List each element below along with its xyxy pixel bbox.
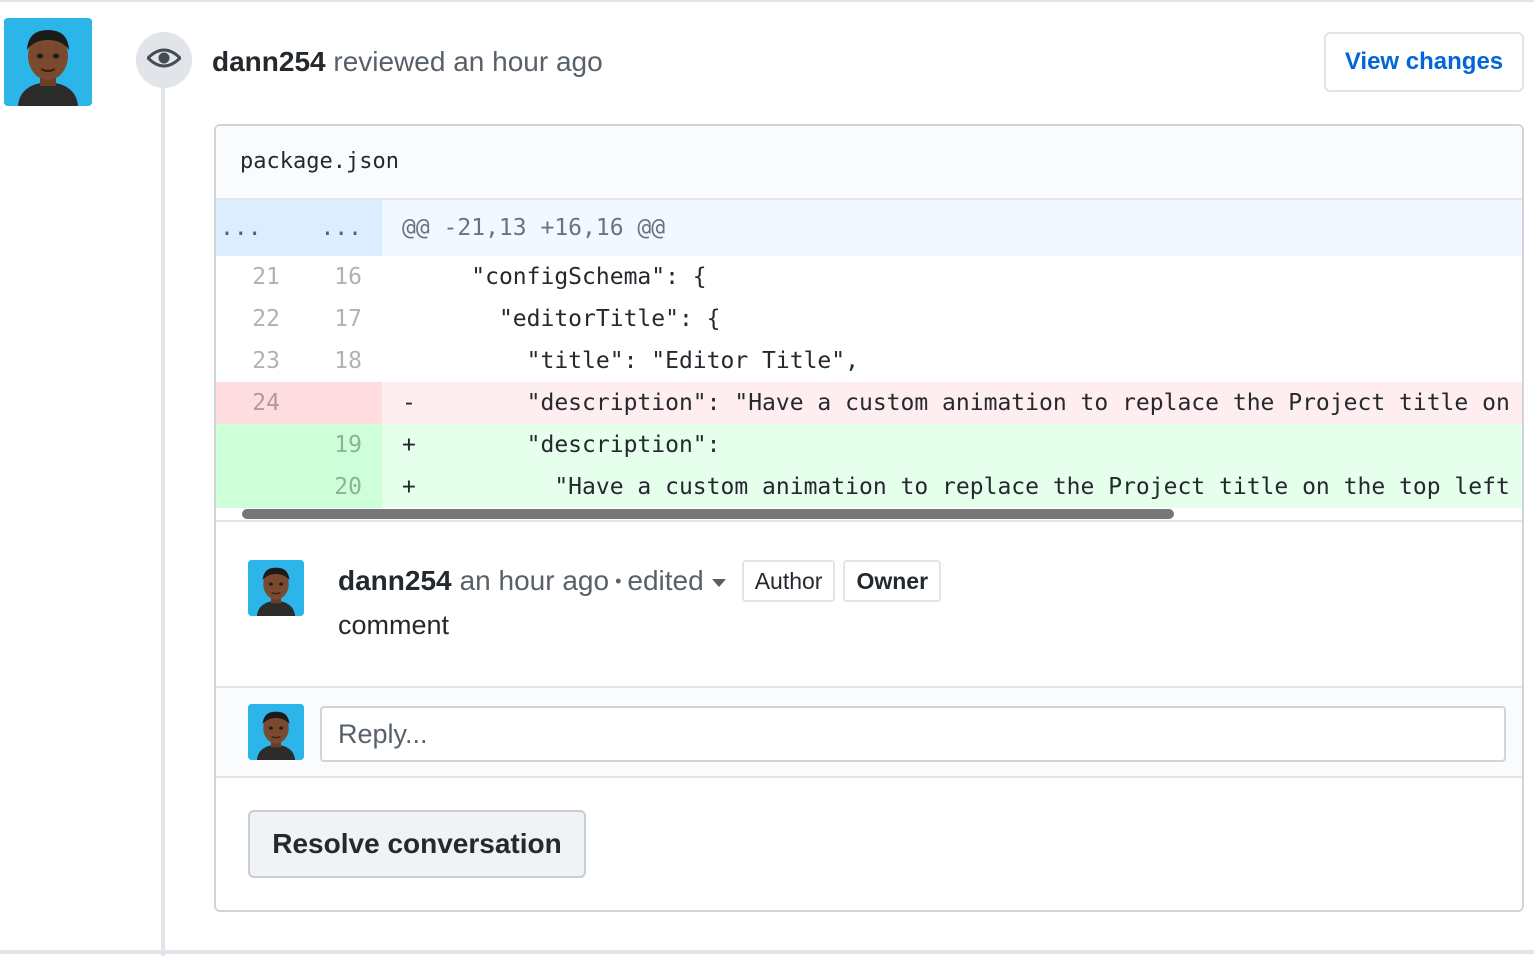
diff-line-added: 19 + "description":: [216, 424, 1522, 466]
diff-sign: [402, 348, 416, 374]
comment-time-link[interactable]: an hour ago: [460, 565, 609, 597]
view-changes-button[interactable]: View changes: [1324, 32, 1524, 92]
code-line: "configSchema": {: [382, 256, 1522, 298]
diff-divider: [216, 520, 1522, 522]
new-line-number[interactable]: 20: [300, 466, 382, 508]
code-line: + "description":: [382, 424, 1522, 466]
hunk-expand-new[interactable]: ...: [300, 200, 382, 256]
new-line-number[interactable]: [300, 382, 382, 424]
meta-separator: •: [615, 570, 622, 591]
diff-line-added: 20 + "Have a custom animation to replace…: [216, 466, 1522, 508]
hunk-header: @@ -21,13 +16,16 @@: [382, 200, 1522, 256]
owner-label: Owner: [843, 560, 942, 602]
eye-icon: [145, 46, 183, 75]
diff-hunk-row: ... ... @@ -21,13 +16,16 @@: [216, 200, 1522, 256]
code-line: - "description": "Have a custom animatio…: [382, 382, 1522, 424]
diff-line: 21 16 "configSchema": {: [216, 256, 1522, 298]
code-line: + "Have a custom animation to replace th…: [382, 466, 1522, 508]
file-name-header[interactable]: package.json: [216, 126, 1522, 200]
old-line-number[interactable]: 22: [216, 298, 300, 340]
old-line-number[interactable]: 24: [216, 382, 300, 424]
diff-sign: +: [402, 474, 416, 500]
comment-body: comment: [338, 610, 450, 640]
diff-sign: -: [402, 390, 416, 416]
review-badge: [136, 32, 192, 88]
review-thread: package.json ... ... @@ -21,13 +16,16 @@…: [214, 124, 1524, 912]
edited-label: edited: [627, 565, 704, 596]
new-line-number[interactable]: 18: [300, 340, 382, 382]
code-text: "description":: [443, 432, 721, 458]
code-text: "title": "Editor Title",: [443, 348, 859, 374]
timeline-line: [161, 88, 165, 956]
new-line-number[interactable]: 19: [300, 424, 382, 466]
old-line-number[interactable]: [216, 424, 300, 466]
bottom-divider: [0, 950, 1534, 954]
horizontal-scrollbar[interactable]: [242, 509, 1174, 519]
edited-dropdown[interactable]: edited: [627, 565, 741, 597]
old-line-number[interactable]: 21: [216, 256, 300, 298]
code-line: "editorTitle": {: [382, 298, 1522, 340]
diff-line-deleted: 24 - "description": "Have a custom anima…: [216, 382, 1522, 424]
reply-input[interactable]: [320, 706, 1506, 762]
diff-sign: [402, 306, 416, 332]
reply-area: [216, 686, 1522, 778]
old-line-number[interactable]: [216, 466, 300, 508]
code-text: "editorTitle": {: [443, 306, 721, 332]
code-text: "description": "Have a custom animation …: [526, 390, 1510, 416]
hunk-expand-old[interactable]: ...: [216, 200, 300, 256]
caret-down-icon: [711, 578, 726, 587]
comment-author-avatar[interactable]: [248, 560, 304, 616]
diff-line: 23 18 "title": "Editor Title",: [216, 340, 1522, 382]
top-divider: [0, 0, 1534, 2]
review-author-link[interactable]: dann254: [212, 46, 326, 77]
author-label: Author: [741, 560, 836, 602]
code-line: "title": "Editor Title",: [382, 340, 1522, 382]
diff-sign: [402, 264, 416, 290]
reviewer-avatar[interactable]: [4, 18, 92, 106]
current-user-avatar: [248, 704, 304, 760]
review-header: dann254 reviewed an hour ago: [212, 46, 603, 78]
comment-author-link[interactable]: dann254: [338, 565, 452, 597]
review-time-link[interactable]: an hour ago: [453, 46, 602, 77]
code-text: "configSchema": {: [443, 264, 707, 290]
diff-table: ... ... @@ -21,13 +16,16 @@ 21 16 "confi…: [216, 200, 1522, 520]
comment-meta: dann254 an hour ago • edited Author Owne…: [338, 560, 949, 602]
review-action: reviewed: [333, 46, 446, 77]
old-line-number[interactable]: 23: [216, 340, 300, 382]
resolve-conversation-button[interactable]: Resolve conversation: [248, 810, 586, 878]
code-text: "Have a custom animation to replace the …: [554, 474, 1510, 500]
diff-line: 22 17 "editorTitle": {: [216, 298, 1522, 340]
diff-sign: +: [402, 432, 416, 458]
new-line-number[interactable]: 17: [300, 298, 382, 340]
new-line-number[interactable]: 16: [300, 256, 382, 298]
